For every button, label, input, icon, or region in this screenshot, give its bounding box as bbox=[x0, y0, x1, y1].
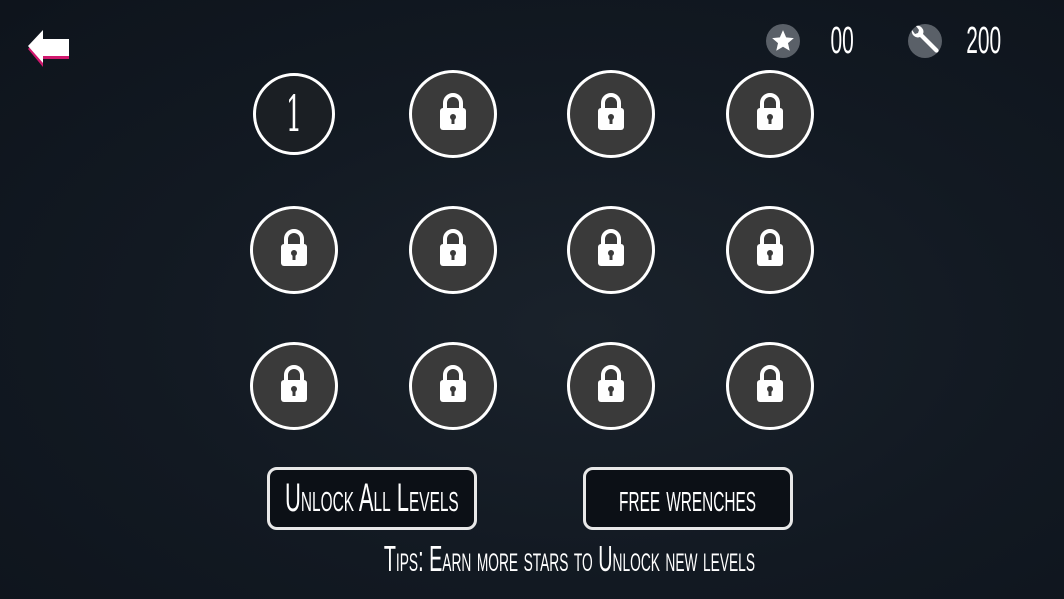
level-button-locked[interactable] bbox=[250, 206, 338, 294]
back-arrow-icon[interactable] bbox=[26, 30, 72, 68]
wrench-icon bbox=[908, 24, 942, 58]
star-icon bbox=[766, 24, 800, 58]
lock-icon bbox=[755, 92, 785, 136]
stars-count: 00 bbox=[830, 20, 854, 62]
level-button-locked[interactable] bbox=[567, 206, 655, 294]
lock-icon bbox=[279, 364, 309, 408]
level-button-locked[interactable] bbox=[567, 342, 655, 430]
level-button-locked[interactable] bbox=[409, 70, 497, 158]
level-button-locked[interactable] bbox=[567, 70, 655, 158]
tips-text: Tips: Earn more stars to Unlock new leve… bbox=[383, 538, 755, 579]
level-button-locked[interactable] bbox=[726, 342, 814, 430]
level-button-locked[interactable] bbox=[726, 70, 814, 158]
wrenches-count: 200 bbox=[966, 20, 1002, 62]
lock-icon bbox=[596, 364, 626, 408]
unlock-all-levels-button[interactable]: Unlock All Levels bbox=[267, 467, 477, 530]
level-number: 1 bbox=[286, 85, 302, 143]
lock-icon bbox=[596, 92, 626, 136]
free-wrenches-button[interactable]: free wrenches bbox=[583, 467, 793, 530]
lock-icon bbox=[438, 92, 468, 136]
lock-icon bbox=[755, 364, 785, 408]
lock-icon bbox=[755, 228, 785, 272]
level-button-locked[interactable] bbox=[409, 206, 497, 294]
lock-icon bbox=[438, 228, 468, 272]
lock-icon bbox=[438, 364, 468, 408]
lock-icon bbox=[279, 228, 309, 272]
level-button[interactable]: 1 bbox=[253, 73, 335, 155]
level-button-locked[interactable] bbox=[250, 342, 338, 430]
level-button-locked[interactable] bbox=[726, 206, 814, 294]
lock-icon bbox=[596, 228, 626, 272]
level-button-locked[interactable] bbox=[409, 342, 497, 430]
